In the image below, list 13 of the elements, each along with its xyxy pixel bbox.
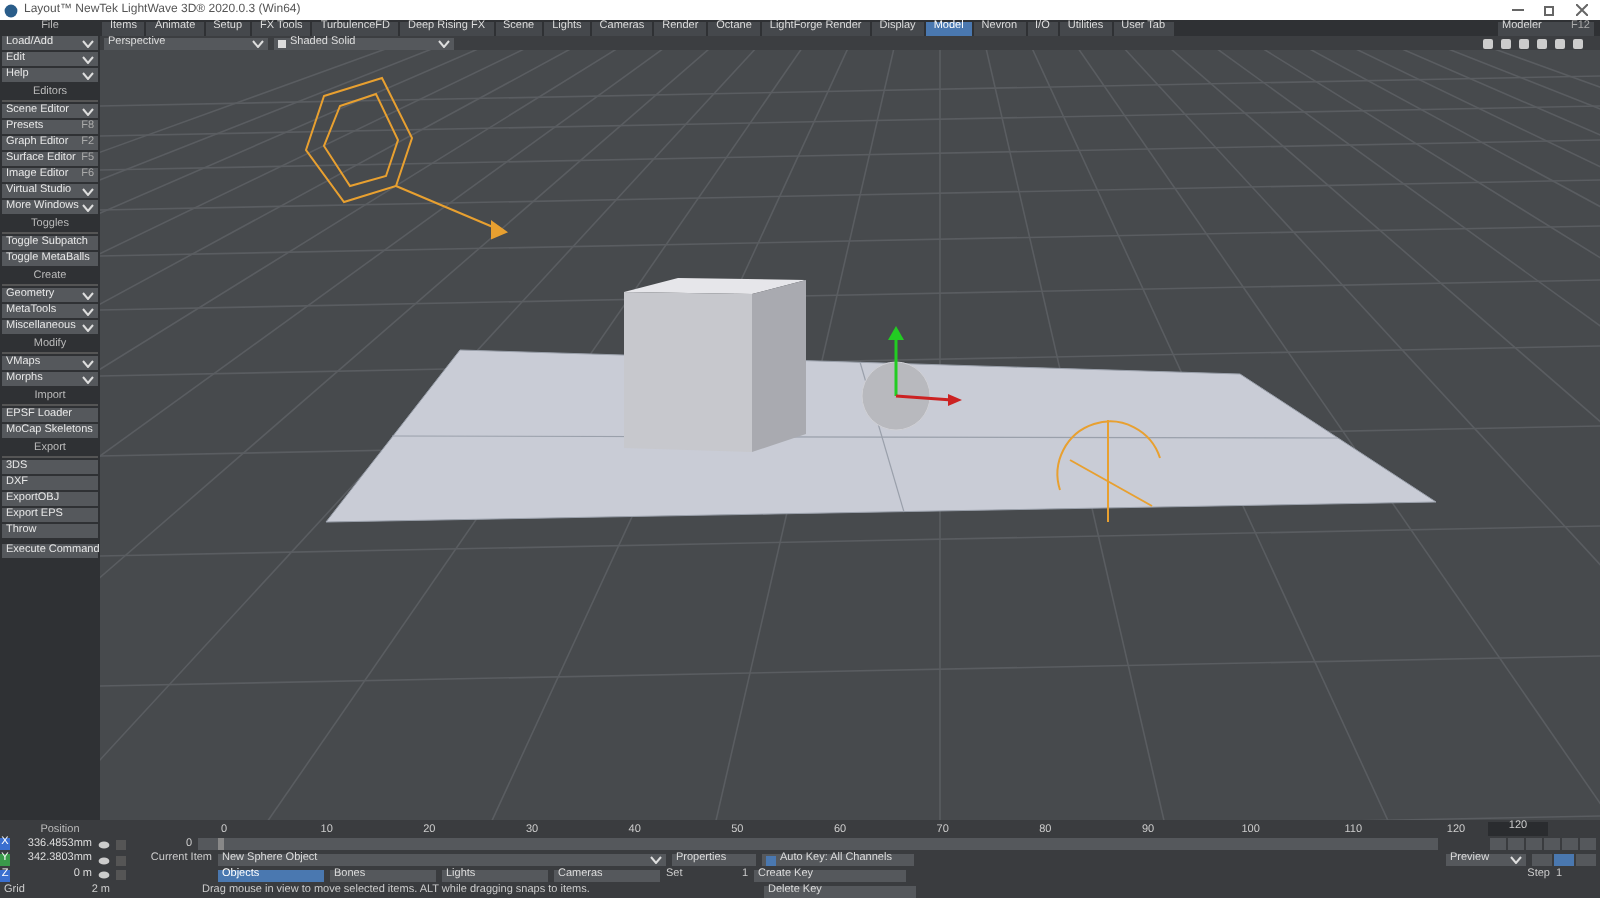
timeline-slider-icon[interactable] — [218, 838, 224, 851]
chevron-icon — [82, 107, 94, 115]
checkbox[interactable] — [766, 855, 776, 866]
chevron-icon — [438, 39, 450, 47]
chevron-icon — [1510, 856, 1522, 865]
shading-swatch-icon — [278, 39, 286, 47]
restore-icon[interactable] — [1544, 4, 1556, 16]
minimize-icon[interactable] — [1512, 4, 1524, 16]
close-icon[interactable] — [1576, 4, 1588, 16]
timeline-track[interactable] — [198, 838, 1438, 851]
app-logo-icon — [4, 3, 18, 17]
chevron-icon — [650, 856, 662, 865]
chevron-icon — [252, 39, 264, 47]
